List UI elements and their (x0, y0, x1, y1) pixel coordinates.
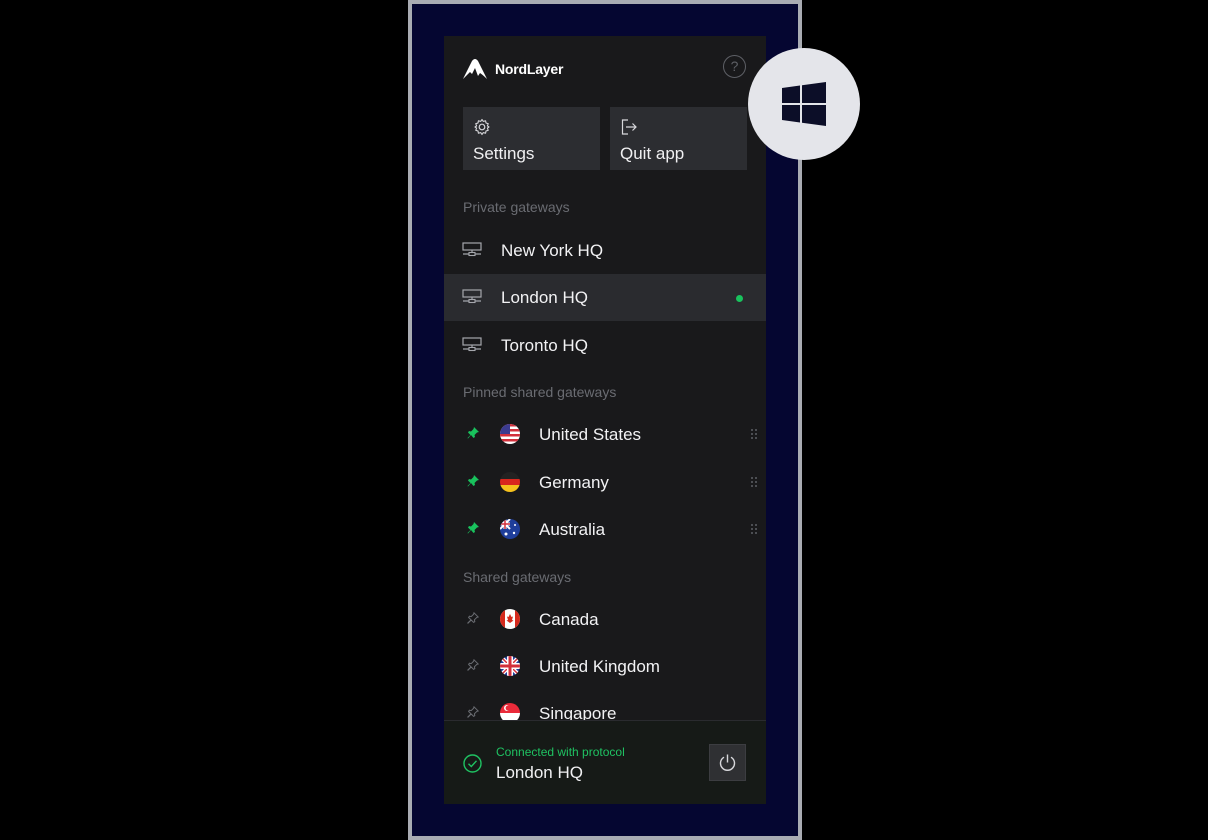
windows-logo-icon (782, 82, 826, 126)
brand-logo: NordLayer (462, 58, 563, 80)
disconnect-button[interactable] (709, 744, 746, 781)
gateway-row-united-kingdom[interactable]: United Kingdom (444, 643, 766, 690)
gateway-name: Toronto HQ (501, 336, 588, 355)
drag-handle-icon[interactable] (751, 428, 757, 440)
gateway-row-australia[interactable]: Australia (444, 506, 766, 553)
gateway-row-germany[interactable]: Germany (444, 459, 766, 506)
gateway-row-canada[interactable]: Canada (444, 596, 766, 643)
brand-name: NordLayer (495, 61, 564, 77)
gateway-row-london-hq[interactable]: London HQ (444, 274, 766, 321)
section-pinned-shared-gateways: Pinned shared gateways (463, 384, 617, 400)
drag-handle-icon[interactable] (751, 523, 757, 535)
connection-status-text: Connected with protocol (496, 745, 625, 759)
help-button[interactable]: ? (723, 55, 746, 78)
connection-status-bar: Connected with protocol London HQ (444, 720, 766, 804)
pin-icon[interactable] (467, 475, 479, 487)
gateway-row-new-york-hq[interactable]: New York HQ (444, 227, 766, 274)
pin-outline-icon[interactable] (467, 612, 479, 624)
gateway-name: Germany (539, 473, 609, 492)
nordlayer-logo-icon (463, 59, 487, 79)
server-icon (462, 242, 482, 257)
gateway-name: United States (539, 425, 642, 444)
gateway-row-toronto-hq[interactable]: Toronto HQ (444, 322, 766, 369)
gb-flag-icon (500, 656, 520, 676)
question-circle-icon: ? (730, 58, 739, 74)
settings-button[interactable]: Settings (463, 107, 600, 170)
server-icon (462, 337, 482, 352)
section-shared-gateways: Shared gateways (463, 569, 572, 585)
drag-handle-icon[interactable] (751, 476, 757, 488)
section-private-gateways: Private gateways (463, 199, 570, 215)
settings-label: Settings (473, 144, 535, 163)
quit-app-button[interactable]: Quit app (610, 107, 747, 170)
connected-indicator (736, 295, 743, 302)
connected-gateway-name: London HQ (496, 763, 583, 782)
pin-icon[interactable] (467, 427, 479, 439)
gateway-name: New York HQ (501, 241, 604, 260)
au-flag-icon (500, 519, 520, 539)
pin-outline-icon[interactable] (467, 659, 479, 671)
gear-icon (474, 118, 490, 136)
pin-outline-icon[interactable] (467, 706, 479, 718)
ca-flag-icon (500, 609, 520, 629)
gateway-name: United Kingdom (539, 657, 660, 676)
nordlayer-panel: NordLayer ? Settings Quit app Private ga… (444, 36, 766, 804)
gateway-name: Australia (539, 520, 606, 539)
windows-platform-badge (748, 48, 860, 160)
power-icon (719, 754, 736, 771)
gateway-name: London HQ (501, 288, 588, 307)
quit-app-label: Quit app (620, 144, 685, 163)
check-circle-icon (463, 754, 482, 773)
exit-icon (621, 119, 637, 135)
pin-icon[interactable] (467, 522, 479, 534)
de-flag-icon (500, 472, 520, 492)
gateway-name: Canada (539, 610, 599, 629)
gateway-row-united-states[interactable]: United States (444, 411, 766, 458)
us-flag-icon (500, 424, 520, 444)
server-icon (462, 289, 482, 304)
